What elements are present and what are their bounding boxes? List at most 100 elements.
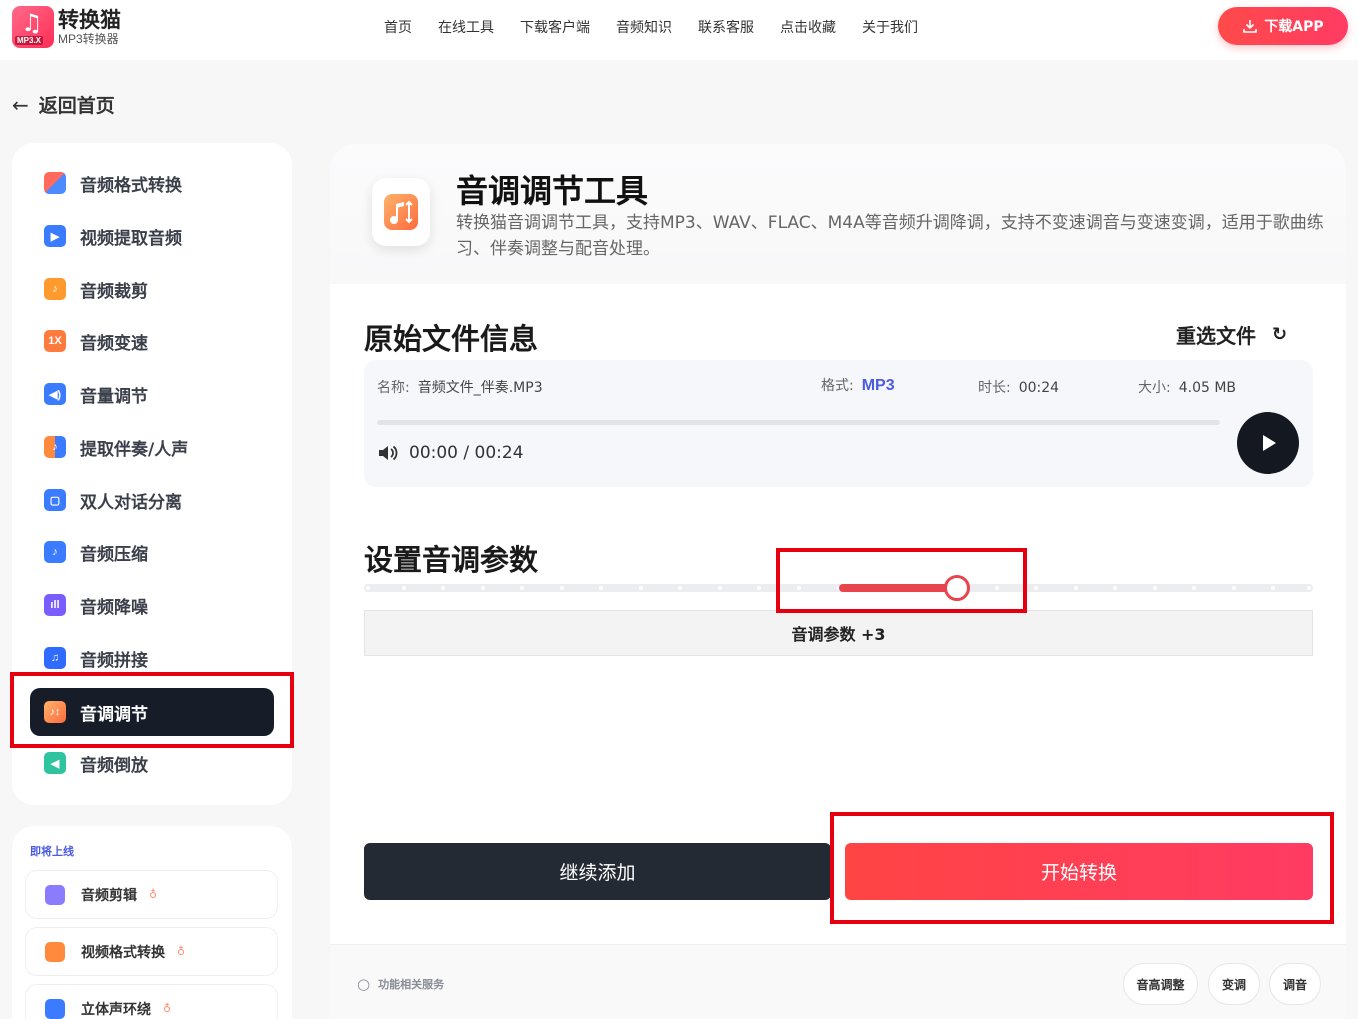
sidebar-item-compress[interactable]: ♪ 音频压缩 — [30, 528, 274, 576]
top-header: ♫ MP3.X 转换猫 MP3转换器 首页 在线工具 下载客户端 音频知识 联系… — [0, 0, 1358, 60]
slider-tick — [678, 586, 683, 590]
sidebar-item-dialog-split[interactable]: ▢ 双人对话分离 — [30, 476, 274, 524]
sidebar-item-denoise[interactable]: ıll 音频降噪 — [30, 581, 274, 629]
slider-tick — [717, 586, 722, 590]
file-size-value: 4.05 MB — [1178, 380, 1237, 396]
reselect-file-button[interactable]: 重选文件 ↻ — [1176, 320, 1287, 349]
download-app-label: 下载APP — [1264, 19, 1324, 35]
tool-description: 转换猫音调调节工具，支持MP3、WAV、FLAC、M4A等音频升调降调，支持不变… — [456, 213, 1324, 259]
tool-title: 音调调节工具 — [456, 172, 649, 210]
sidebar-item-vocal-extract[interactable]: ♪ 提取伴奏/人声 — [30, 423, 274, 471]
nav-about-us[interactable]: 关于我们 — [862, 17, 918, 37]
logo-subtitle: MP3转换器 — [58, 32, 119, 46]
nav-download-client[interactable]: 下载客户端 — [520, 17, 590, 37]
pitch-slider[interactable] — [364, 575, 1313, 601]
slider-tick — [1271, 586, 1276, 590]
chip-pitch-adjust[interactable]: 音高调整 — [1123, 963, 1198, 1005]
merge-icon: ♫ — [44, 647, 66, 669]
nav-bookmark[interactable]: 点击收藏 — [780, 17, 836, 37]
fire-icon: ♁ — [177, 945, 186, 958]
back-home-label: 返回首页 — [38, 95, 115, 117]
chip-tuning[interactable]: 调音 — [1269, 963, 1321, 1005]
vocal-extract-icon: ♪ — [44, 436, 66, 458]
fire-icon: ♁ — [149, 888, 158, 901]
soon-item-label: 视频格式转换 — [81, 944, 165, 961]
sidebar-item-speed[interactable]: 1X 音频变速 — [30, 317, 274, 365]
logo-tag: MP3.X — [15, 36, 44, 45]
file-name-key: 名称: — [377, 380, 410, 396]
back-home-link[interactable]: ← 返回首页 — [12, 91, 115, 118]
sidebar-item-video-extract[interactable]: ▶ 视频提取音频 — [30, 212, 274, 260]
slider-tick — [1307, 586, 1311, 590]
soon-item-label: 音频剪辑 — [81, 887, 137, 904]
soon-item-audio-edit[interactable]: 音频剪辑 ♁ — [25, 870, 278, 919]
soon-item-label: 立体声环绕 — [81, 1001, 151, 1018]
search-icon: ○ — [357, 975, 371, 993]
file-format-value: MP3 — [861, 377, 895, 394]
refresh-icon: ↻ — [1272, 324, 1288, 345]
video-format-icon — [45, 941, 65, 962]
sidebar-item-label: 音频倒放 — [80, 755, 148, 776]
file-size: 大小: 4.05 MB — [1138, 377, 1236, 397]
time-display: 00:00 / 00:24 — [409, 443, 524, 463]
sidebar-item-volume[interactable]: ◀) 音量调节 — [30, 370, 274, 418]
play-button[interactable] — [1237, 412, 1299, 474]
file-duration: 时长: 00:24 — [978, 377, 1059, 397]
slider-tick — [480, 586, 485, 590]
sidebar-item-audio-cut[interactable]: ♪ 音频裁剪 — [30, 265, 274, 313]
file-duration-key: 时长: — [978, 380, 1011, 396]
sidebar-item-merge[interactable]: ♫ 音频拼接 — [30, 634, 274, 682]
nav-online-tools[interactable]: 在线工具 — [438, 17, 494, 37]
sidebar-item-label: 音频裁剪 — [80, 281, 148, 302]
slider-tick — [559, 586, 564, 590]
pitch-tool-icon — [372, 178, 430, 246]
sidebar-item-label: 音调调节 — [80, 704, 148, 725]
pitch-value-display: 音调参数 +3 — [364, 610, 1313, 656]
main-nav: 首页 在线工具 下载客户端 音频知识 联系客服 点击收藏 关于我们 — [384, 17, 944, 37]
format-convert-icon — [44, 172, 66, 194]
sidebar-item-reverse[interactable]: ◀ 音频倒放 — [30, 739, 274, 787]
slider-tick — [599, 586, 604, 590]
slider-tick — [520, 586, 525, 590]
reverse-icon: ◀ — [44, 752, 66, 774]
video-extract-icon: ▶ — [44, 225, 66, 247]
soon-item-stereo[interactable]: 立体声环绕 ♁ — [25, 984, 278, 1019]
download-icon — [1243, 20, 1258, 33]
file-name-value: 音频文件_伴奏.MP3 — [417, 380, 543, 396]
slider-tick — [757, 586, 762, 590]
playback-progress-bar[interactable] — [377, 420, 1220, 425]
chip-transpose[interactable]: 变调 — [1208, 963, 1260, 1005]
nav-audio-knowledge[interactable]: 音频知识 — [616, 17, 672, 37]
scissors-icon — [45, 884, 65, 905]
speaker-icon[interactable] — [377, 444, 399, 462]
sidebar-item-format-convert[interactable]: 音频格式转换 — [30, 159, 274, 207]
speed-icon: 1X — [44, 330, 66, 352]
slider-tick — [638, 586, 643, 590]
slider-tick — [441, 586, 446, 590]
download-app-button[interactable]: 下载APP — [1218, 7, 1348, 45]
soon-item-video-format[interactable]: 视频格式转换 ♁ — [25, 927, 278, 976]
slider-tick — [1073, 586, 1078, 590]
sidebar-item-pitch[interactable]: ♪↕ 音调调节 — [30, 688, 274, 736]
file-info-title: 原始文件信息 — [364, 322, 539, 356]
sidebar-item-label: 音频变速 — [80, 333, 148, 354]
related-services-bar: ○ 功能相关服务 音高调整 变调 调音 — [330, 944, 1346, 1019]
nav-contact-support[interactable]: 联系客服 — [698, 17, 754, 37]
tool-sidebar: 音频格式转换 ▶ 视频提取音频 ♪ 音频裁剪 1X 音频变速 ◀) 音量调节 ♪… — [12, 143, 292, 805]
stereo-icon — [45, 998, 65, 1019]
arrow-left-icon: ← — [12, 92, 29, 117]
coming-soon-title: 即将上线 — [30, 845, 74, 858]
slider-tick — [401, 586, 406, 590]
tool-header: 音调调节工具 转换猫音调调节工具，支持MP3、WAV、FLAC、M4A等音频升调… — [330, 144, 1346, 284]
nav-home[interactable]: 首页 — [384, 17, 412, 37]
start-convert-button[interactable]: 开始转换 — [845, 843, 1313, 900]
audio-cut-icon: ♪ — [44, 278, 66, 300]
denoise-icon: ıll — [44, 594, 66, 616]
pitch-slider-thumb[interactable] — [944, 575, 971, 601]
pitch-slider-fill — [838, 584, 958, 592]
file-name: 名称: 音频文件_伴奏.MP3 — [377, 377, 543, 397]
logo[interactable]: ♫ MP3.X 转换猫 MP3转换器 — [12, 6, 121, 48]
logo-name: 转换猫 — [58, 8, 121, 32]
sidebar-item-label: 音频降噪 — [80, 597, 148, 618]
continue-add-button[interactable]: 继续添加 — [364, 843, 831, 900]
